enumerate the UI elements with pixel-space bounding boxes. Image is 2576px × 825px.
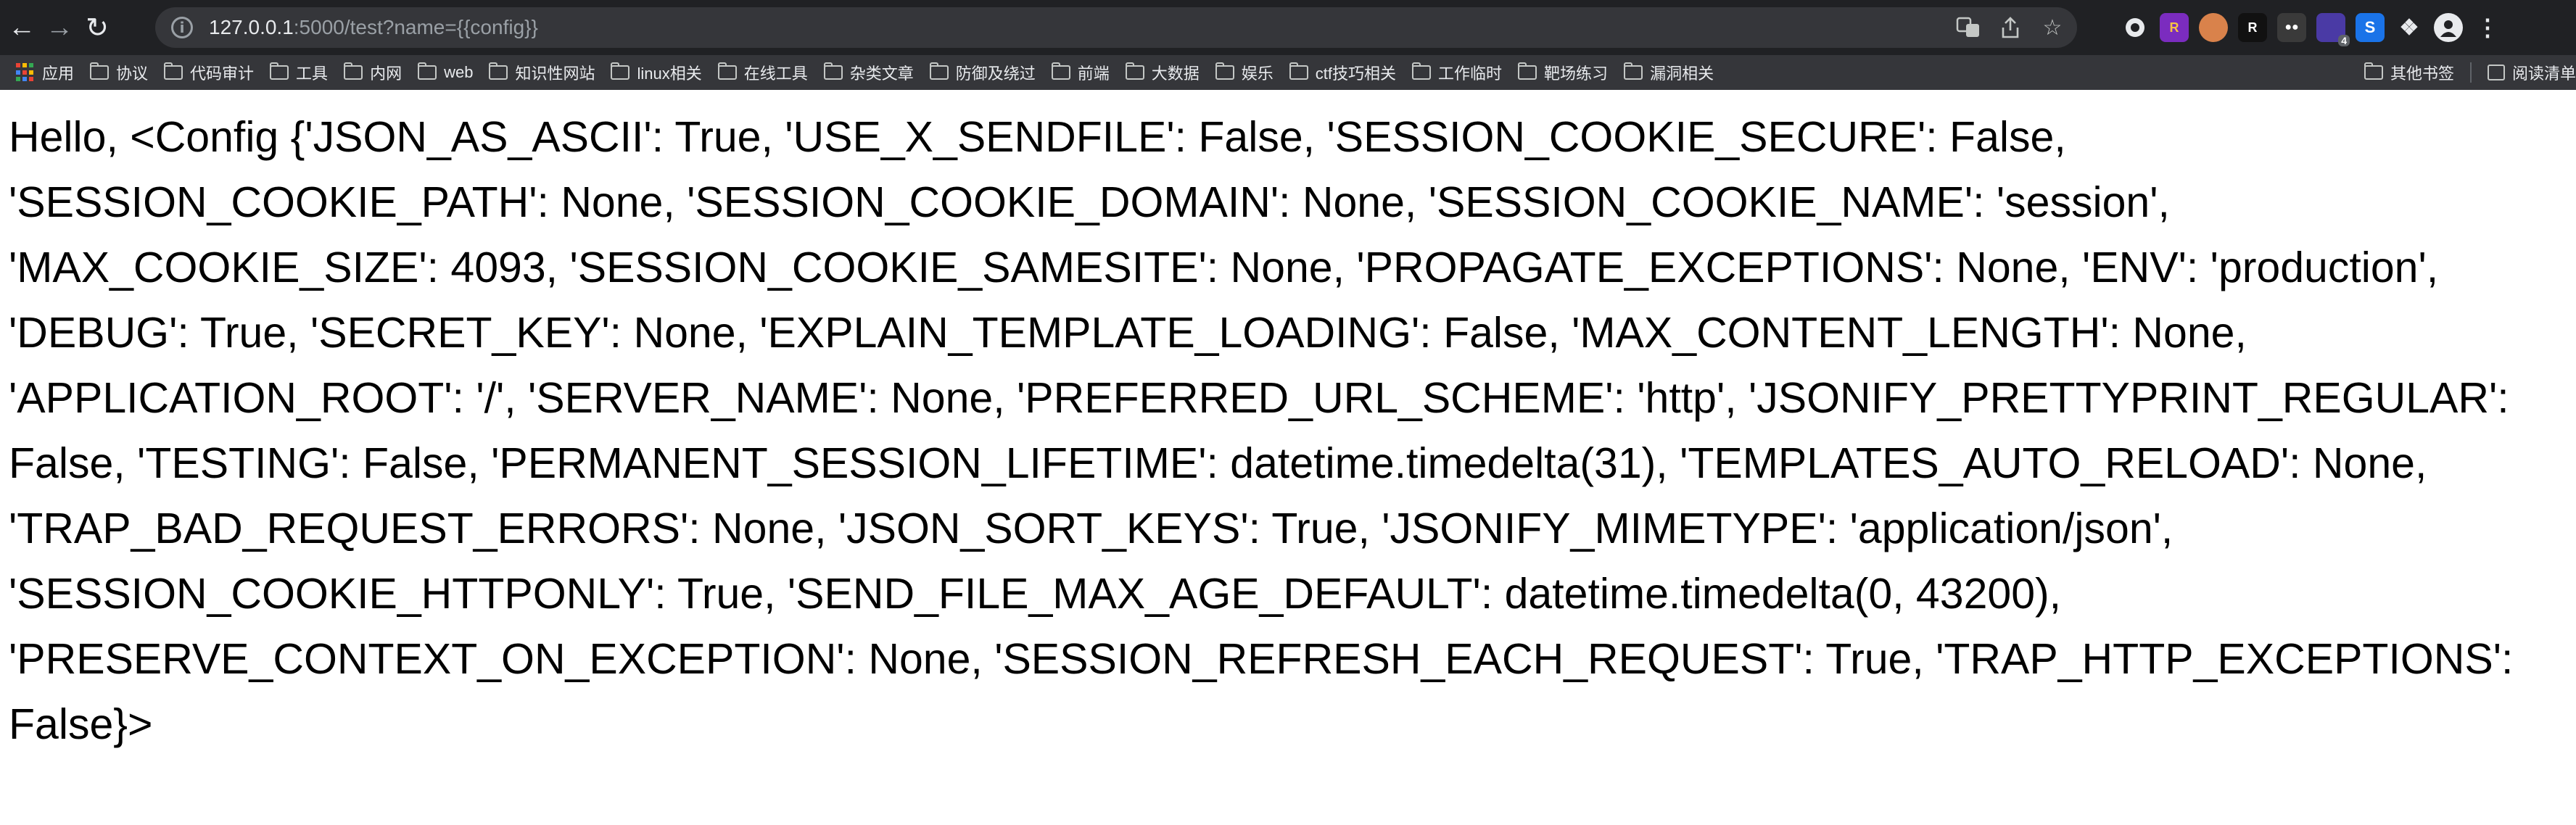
translate-icon[interactable] [1955,14,1981,41]
bookmark-label: linux相关 [637,65,702,83]
folder-icon [2364,62,2383,80]
avatar-extension-icon[interactable] [2199,13,2228,42]
bookmark-folder[interactable]: web [418,62,474,82]
extensions-puzzle-icon[interactable]: ❖ [2395,13,2424,42]
reading-list-icon [2487,65,2505,80]
circle-extension-icon[interactable] [2121,13,2150,42]
s-extension-icon[interactable]: S [2356,13,2385,42]
folder-icon [418,62,437,80]
bookmark-label: 杂类文章 [849,65,914,83]
bookmark-label: 工具 [296,65,329,83]
bookmark-folder[interactable]: 内网 [344,61,402,84]
bookmark-folder[interactable]: 漏洞相关 [1624,61,1714,84]
bookmark-folder[interactable]: 前端 [1051,61,1110,84]
folder-icon [1289,62,1308,80]
folder-icon [929,62,949,80]
bookmark-label: ctf技巧相关 [1315,65,1397,83]
url-path: :5000/test?name={{config}} [293,16,538,38]
folder-icon [1125,62,1144,80]
folder-icon [344,62,363,80]
folder-icon [1624,62,1643,80]
bookmark-folder[interactable]: 靶场练习 [1518,61,1608,84]
menu-icon[interactable]: ⋮ [2473,13,2502,42]
dark-extension-icon[interactable]: R [2238,13,2267,42]
bookmark-label: 协议 [116,65,149,83]
bookmark-label: 前端 [1077,65,1110,83]
bookmark-label: 代码审计 [190,65,255,83]
page-content: Hello, <Config {'JSON_AS_ASCII': True, '… [0,90,2576,757]
folder-icon [717,62,737,80]
bookmark-folder[interactable]: 代码审计 [164,61,254,84]
bookmark-folder[interactable]: ctf技巧相关 [1289,61,1396,84]
bookmarks-bar: 应用 协议 代码审计 工具 内网 web 知识性网站 linux相关 在线工具 … [0,55,2576,90]
bookmark-folder[interactable]: linux相关 [611,61,702,84]
folder-icon [90,62,110,80]
bookmark-folder[interactable]: 大数据 [1125,61,1200,84]
bookmarks-bar-right: 其他书签 阅读清单 [2348,55,2576,90]
folder-icon [1215,62,1234,80]
folder-icon [489,62,508,80]
bookmark-label: 娱乐 [1241,65,1273,83]
bookmark-folder[interactable]: 工具 [270,61,328,84]
bookmark-label: 知识性网站 [515,65,595,83]
folder-icon [164,62,183,80]
bookmark-label: 漏洞相关 [1650,65,1714,83]
bookmark-folder[interactable]: 防御及绕过 [929,61,1036,84]
back-icon[interactable]: ← [6,12,38,43]
bookmark-label: 在线工具 [743,65,808,83]
bookmark-folder[interactable]: 娱乐 [1215,61,1273,84]
bookmark-folder[interactable]: 杂类文章 [823,61,914,84]
omnibox-actions: ☆ [1955,7,2065,48]
browser-toolbar: ← → ↻ i 127.0.0.1:5000/test?name={{confi… [0,0,2576,55]
bookmark-folder[interactable]: 工作临时 [1412,61,1502,84]
bookmark-label: 防御及绕过 [955,65,1036,83]
bookmark-folder[interactable]: 在线工具 [717,61,808,84]
profile-icon[interactable] [2434,13,2463,42]
eyes-extension-icon[interactable]: ●● [2277,13,2306,42]
url-text[interactable]: 127.0.0.1:5000/test?name={{config}} [209,16,538,39]
folder-icon [611,62,630,80]
folder-icon [1051,62,1070,80]
bookmark-apps[interactable]: 应用 [16,61,74,84]
address-bar[interactable]: i 127.0.0.1:5000/test?name={{config}} ☆ [155,7,2077,48]
bookmark-label: web [444,63,474,81]
info-icon[interactable]: i [171,17,193,38]
badge-extension-icon[interactable]: 4 [2316,13,2350,46]
bookmark-label: 工作临时 [1438,65,1503,83]
config-output-text: Hello, <Config {'JSON_AS_ASCII': True, '… [9,113,2525,748]
forward-icon[interactable]: → [44,12,75,43]
share-icon[interactable] [1997,14,2023,41]
bookmark-apps-label: 应用 [42,65,75,83]
apps-grid-icon [16,63,35,82]
bookmark-label: 大数据 [1151,65,1200,83]
purple-extension-icon[interactable]: R [2160,13,2189,42]
bookmarks-divider [2469,62,2472,83]
bookmark-label: 内网 [370,65,402,83]
reading-list-label: 阅读清单 [2511,65,2576,83]
star-icon[interactable]: ☆ [2039,14,2065,41]
other-bookmarks-label: 其他书签 [2390,65,2454,83]
reload-icon[interactable]: ↻ [81,12,113,43]
reading-list[interactable]: 阅读清单 [2487,61,2576,84]
folder-icon [823,62,843,80]
extensions-area: R R ●● 4 S ❖ ⋮ [2121,10,2502,46]
extension-badge: 4 [2338,35,2350,46]
bookmark-folder[interactable]: 知识性网站 [489,61,595,84]
other-bookmarks[interactable]: 其他书签 [2364,61,2454,84]
folder-icon [1518,62,1537,80]
folder-icon [270,62,289,80]
url-host: 127.0.0.1 [209,16,294,38]
bookmark-label: 靶场练习 [1544,65,1609,83]
bookmark-folder[interactable]: 协议 [90,61,148,84]
folder-icon [1412,62,1432,80]
